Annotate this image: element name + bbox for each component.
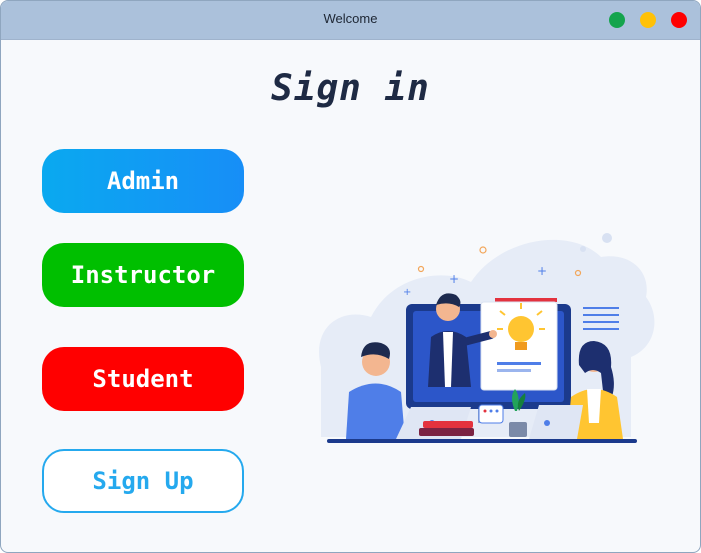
sign-up-button[interactable]: Sign Up <box>42 449 244 513</box>
maximize-button[interactable] <box>609 12 625 28</box>
minimize-button[interactable] <box>640 12 656 28</box>
close-button[interactable] <box>671 12 687 28</box>
desk <box>327 439 637 443</box>
online-classroom-illustration: + + + <box>319 233 655 443</box>
decor-bubble <box>602 233 612 243</box>
tablet-icon <box>478 404 504 424</box>
app-window: Welcome Sign in Admin Instructor Student… <box>0 0 701 553</box>
books <box>419 428 474 436</box>
title-bar[interactable]: Welcome <box>1 1 700 40</box>
sparkle-icon: + <box>403 287 411 298</box>
decor-dot <box>479 246 487 254</box>
board-top <box>495 298 557 302</box>
student-button[interactable]: Student <box>42 347 244 411</box>
instructor-button[interactable]: Instructor <box>42 243 244 307</box>
decor-bubble <box>580 246 586 252</box>
sparkle-icon: + <box>537 264 547 278</box>
decor-lines <box>583 307 619 309</box>
window-title: Welcome <box>323 11 378 26</box>
sparkle-icon: + <box>449 272 459 286</box>
admin-button[interactable]: Admin <box>42 149 244 213</box>
student-left-body <box>346 383 405 439</box>
lightbulb-icon <box>508 316 534 342</box>
page-title: Sign in <box>271 68 430 109</box>
decor-dot <box>417 265 425 273</box>
